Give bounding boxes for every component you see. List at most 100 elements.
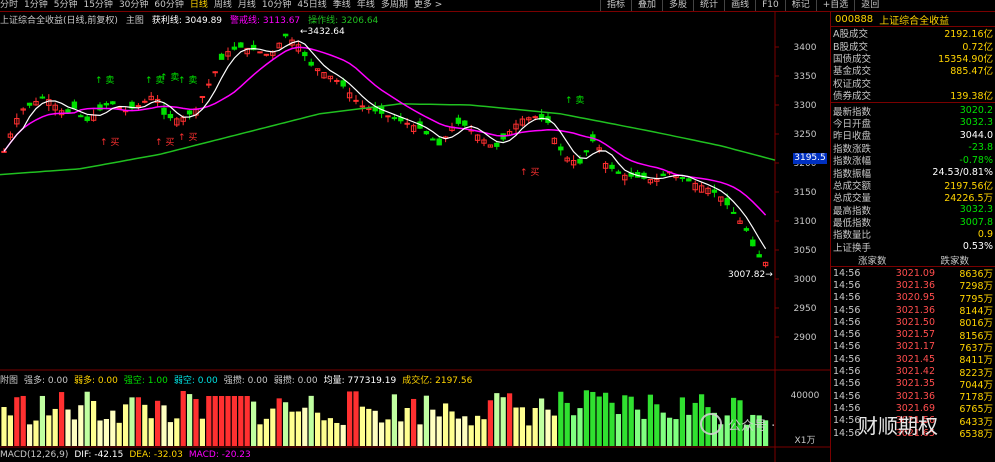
tick-row[interactable]: 14:56 3021.50 8016万 <box>831 316 995 330</box>
tick-p: 3020.95 <box>895 292 935 304</box>
period-tab-13[interactable]: 多周期 <box>381 0 408 11</box>
candle-body <box>558 146 564 151</box>
tick-t: 14:56 <box>833 378 861 390</box>
tick-t: 14:56 <box>833 292 861 304</box>
tool-button-5[interactable]: F10 <box>755 0 785 11</box>
volume-bar <box>289 411 295 446</box>
tick-row[interactable]: 14:56 3021.35 7044万 <box>831 378 995 391</box>
stats2-row-3: 指数涨跌 -23.8 <box>831 142 995 155</box>
stat-label: 债券成交 <box>833 91 872 103</box>
tick-row[interactable]: 14:56 3021.45 8411万 <box>831 353 995 367</box>
tick-row[interactable]: 14:56 3021.17 7637万 <box>831 341 995 354</box>
watermark-brand: 财顺期权 <box>858 413 938 438</box>
period-tab-6[interactable]: 日线 <box>190 0 208 11</box>
period-tab-7[interactable]: 周线 <box>214 0 232 11</box>
volume-bar <box>481 419 487 446</box>
tick-row[interactable]: 14:56 3021.36 7178万 <box>831 390 995 404</box>
period-tab-10[interactable]: 45日线 <box>297 0 326 11</box>
price-tick-label: 3150 <box>794 188 817 198</box>
period-tab-11[interactable]: 季线 <box>333 0 351 11</box>
sub-chart-button[interactable]: 附图 <box>0 373 18 386</box>
volume-bar <box>539 398 545 446</box>
volume-bar <box>404 407 410 446</box>
tool-button-7[interactable]: +自选 <box>815 0 855 11</box>
watermark: 公众号 · <box>700 404 825 444</box>
trade-marker: ↑ 卖 <box>160 72 179 83</box>
volume-bar <box>577 408 583 446</box>
period-tab-5[interactable]: 60分钟 <box>154 0 183 11</box>
low-price-label: 3007.82→ <box>728 270 773 280</box>
tick-p: 3021.35 <box>895 378 935 390</box>
stats1-row-3: 基金成交 885.47亿 <box>831 64 995 77</box>
tick-row[interactable]: 14:56 3020.95 7795万 <box>831 292 995 305</box>
period-tab-0[interactable]: 分时 <box>0 0 18 11</box>
price-tick-label: 3100 <box>794 217 817 227</box>
volume-bar <box>33 420 39 446</box>
trade-marker: ↑ 卖 <box>565 95 584 106</box>
volume-bar <box>449 411 455 446</box>
down-count-label: 跌家数 <box>940 255 969 267</box>
volume-bar <box>379 422 385 446</box>
tick-p: 3021.42 <box>895 366 935 378</box>
candle-body <box>26 102 33 106</box>
volume-bar <box>199 418 205 446</box>
index-name: 上证综合全收益 <box>879 15 950 27</box>
period-tab-14[interactable]: 更多 > <box>414 0 442 11</box>
tool-button-1[interactable]: 叠加 <box>631 0 662 11</box>
tool-button-8[interactable]: 返回 <box>854 0 885 11</box>
candle-body <box>302 52 308 57</box>
tick-t: 14:56 <box>833 366 861 378</box>
trade-marker: ↑ 卖 <box>95 75 114 86</box>
volume-bar <box>513 407 519 446</box>
volume-bar <box>180 390 186 446</box>
tick-row[interactable]: 14:56 3021.09 8636万 <box>831 267 995 281</box>
period-tab-2[interactable]: 5分钟 <box>54 0 78 11</box>
main-chart-button[interactable]: 主图 <box>126 13 144 26</box>
stats2-row-11: 上证换手 0.53% <box>831 241 995 254</box>
candle-body <box>423 131 430 135</box>
candle-body <box>711 189 718 193</box>
volume-bar <box>590 391 596 446</box>
period-tab-3[interactable]: 15分钟 <box>83 0 112 11</box>
candle-body <box>756 254 762 258</box>
period-tab-9[interactable]: 10分钟 <box>262 0 291 11</box>
candle-body <box>218 53 225 60</box>
tick-row[interactable]: 14:56 3021.36 7298万 <box>831 279 995 293</box>
vol-item-1: 弱多: 0.00 <box>73 375 118 386</box>
volume-bar <box>583 390 589 446</box>
tick-p: 3021.36 <box>895 390 935 402</box>
period-tab-8[interactable]: 月线 <box>238 0 256 11</box>
period-tab-12[interactable]: 年线 <box>357 0 375 11</box>
candle-body <box>615 171 622 174</box>
volume-bar <box>91 400 97 446</box>
volume-bar <box>123 404 129 446</box>
volume-bar <box>603 392 609 446</box>
price-axis: 3400335033003250320031503100305030002950… <box>775 43 820 446</box>
tool-button-4[interactable]: 画线 <box>724 0 755 11</box>
macd-name[interactable]: MACD(12,26,9) <box>0 450 68 460</box>
trade-marker: ↑ 买 <box>520 167 539 178</box>
tick-row[interactable]: 14:56 3021.36 8144万 <box>831 304 995 318</box>
kline-chart[interactable]: ↑ 卖 ↑ 卖↑ 卖↑ 卖↑ 买 ↑ 买 ↑ 买↑ 卖↑ 买 340033503300… <box>0 0 830 462</box>
tick-row[interactable]: 14:56 3021.57 8156万 <box>831 329 995 342</box>
price-tick-label: 3300 <box>794 101 817 111</box>
volume-bar <box>135 397 141 446</box>
volume-bar <box>411 398 417 446</box>
stat-value: 139.38亿 <box>950 91 993 103</box>
volume-bar <box>475 415 481 446</box>
period-tab-1[interactable]: 1分钟 <box>24 0 48 11</box>
volume-bar <box>225 396 231 446</box>
volume-bar <box>334 422 340 446</box>
stat-value: 3044.0 <box>959 129 993 141</box>
candle-body <box>404 122 410 125</box>
volume-bar <box>436 416 442 446</box>
tool-button-3[interactable]: 统计 <box>693 0 724 11</box>
tick-row[interactable]: 14:56 3021.42 8223万 <box>831 365 995 379</box>
tool-buttons: 指标 叠加 多股 统计 画线 F10 标记 +自选 返回 <box>600 0 885 11</box>
volume-bar <box>161 405 167 446</box>
tool-button-6[interactable]: 标记 <box>784 0 816 11</box>
stat-value: 3032.3 <box>959 204 993 216</box>
tool-button-2[interactable]: 多股 <box>662 0 693 11</box>
tool-button-0[interactable]: 指标 <box>600 0 631 11</box>
period-tab-4[interactable]: 30分钟 <box>119 0 148 11</box>
